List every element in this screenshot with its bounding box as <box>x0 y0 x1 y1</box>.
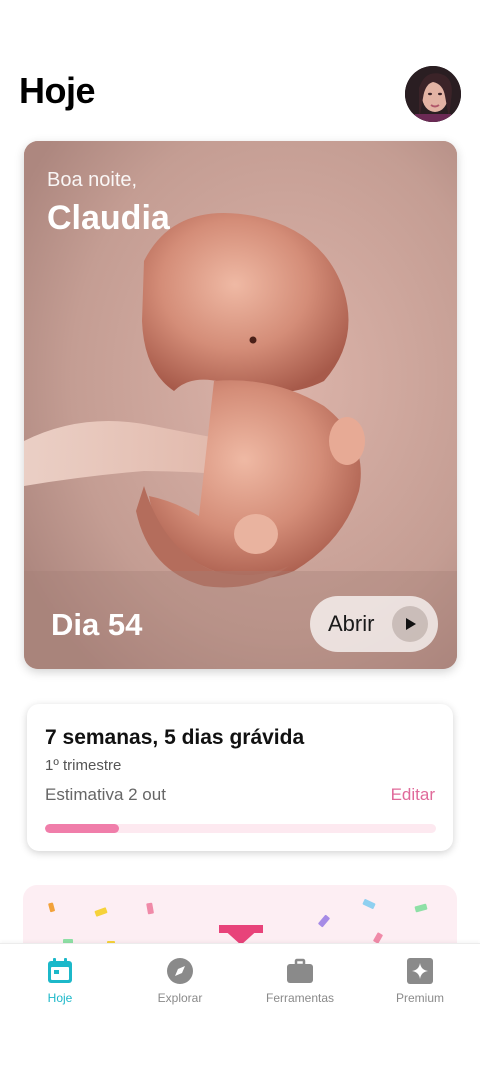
due-date-estimate: Estimativa 2 out <box>45 785 166 804</box>
compass-icon <box>167 958 193 984</box>
nav-label-ferramentas: Ferramentas <box>265 991 335 1005</box>
day-counter: Dia 54 <box>51 607 143 642</box>
nav-item-hoje[interactable]: Hoje <box>0 956 120 1016</box>
edit-button[interactable]: Editar <box>391 785 435 805</box>
bottom-navigation: Hoje Explorar Ferramentas Premium <box>0 943 480 1066</box>
nav-item-ferramentas[interactable]: Ferramentas <box>240 956 360 1016</box>
sparkle-icon <box>407 958 433 984</box>
nav-label-explorar: Explorar <box>157 991 203 1005</box>
nav-item-premium[interactable]: Premium <box>360 956 480 1016</box>
user-name: Claudia <box>47 199 170 237</box>
briefcase-icon <box>287 958 313 983</box>
open-button-label: Abrir <box>328 611 375 636</box>
avatar-photo <box>405 66 461 122</box>
nav-item-explorar[interactable]: Explorar <box>120 956 240 1016</box>
pregnancy-progress-fill <box>45 824 120 833</box>
today-screen: Hoje Boa noite, Claudia Dia 54 Abrir 7 s… <box>0 0 480 1066</box>
embryo-hero-card[interactable]: Boa noite, Claudia Dia 54 Abrir <box>24 141 457 669</box>
play-icon <box>392 606 428 642</box>
nav-label-premium: Premium <box>395 991 444 1005</box>
page-title: Hoje <box>19 70 96 111</box>
calendar-icon <box>48 958 72 983</box>
open-button[interactable]: Abrir <box>310 596 438 652</box>
pregnancy-progress-bar <box>45 824 436 833</box>
pregnancy-progress-card[interactable]: 7 semanas, 5 dias grávida 1º trimestre E… <box>27 704 453 851</box>
avatar[interactable] <box>405 66 461 122</box>
trimester-label: 1º trimestre <box>45 757 122 774</box>
pregnancy-duration: 7 semanas, 5 dias grávida <box>45 726 305 749</box>
nav-label-hoje: Hoje <box>47 991 73 1005</box>
greeting-text: Boa noite, <box>47 169 138 191</box>
